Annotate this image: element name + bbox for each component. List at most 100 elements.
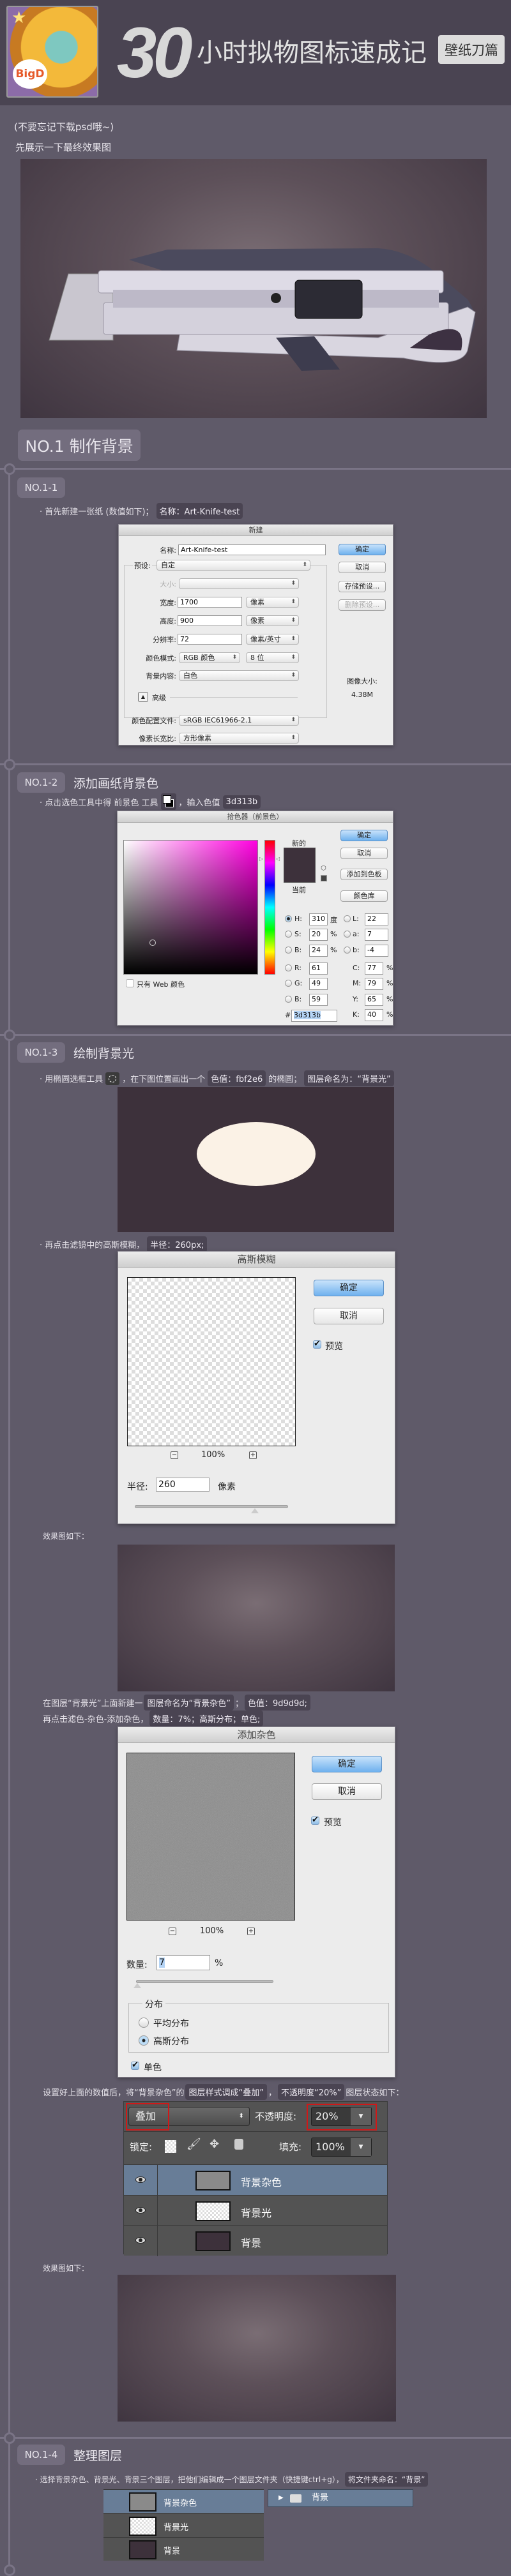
web-only-checkbox[interactable] xyxy=(126,979,134,987)
zoom-out-icon[interactable]: − xyxy=(171,1451,178,1459)
channel-input[interactable]: 310 xyxy=(309,913,328,925)
divider xyxy=(170,697,298,698)
color-mode-select[interactable]: RGB 颜色 xyxy=(179,652,240,663)
ok-button[interactable]: 确定 xyxy=(339,544,386,555)
cancel-button[interactable]: 取消 xyxy=(314,1308,384,1324)
foreground-color-icon xyxy=(160,793,176,810)
background-select[interactable]: 白色 xyxy=(179,670,299,681)
color-libraries-button[interactable]: 颜色库 xyxy=(340,890,388,902)
cancel-button[interactable]: 取消 xyxy=(339,562,386,573)
layer-row[interactable]: 背景 xyxy=(124,2225,387,2256)
preview-label: 预览 xyxy=(324,1818,342,1828)
lab-input[interactable]: 22 xyxy=(365,913,388,925)
layer-row[interactable]: 背景杂色 xyxy=(124,2164,387,2196)
layer-row[interactable]: 背景光 xyxy=(124,2194,387,2226)
channel-input[interactable]: 20 xyxy=(309,929,328,941)
add-to-swatches-button[interactable]: 添加到色板 xyxy=(340,869,388,880)
instruction-text: · 首先新建一张纸 (数值如下)； xyxy=(40,507,154,517)
color-marker[interactable] xyxy=(149,940,156,946)
name-input[interactable]: Art-Knife-test xyxy=(178,544,326,555)
preset-select[interactable]: 自定 xyxy=(156,560,310,571)
lab-input[interactable]: 7 xyxy=(365,929,388,941)
zoom-out-icon[interactable]: − xyxy=(169,1928,176,1935)
layer-row[interactable]: 背景杂色 xyxy=(103,2489,264,2513)
visibility-eye-icon[interactable] xyxy=(135,2206,146,2213)
channel-radio[interactable] xyxy=(285,915,292,922)
instruction-text: ，输入色值 xyxy=(178,798,220,808)
lock-paint-icon[interactable]: 🖌 xyxy=(187,2138,201,2151)
cube-icon[interactable]: ⬡ xyxy=(321,865,326,872)
hex-input[interactable]: 3d313b xyxy=(291,1010,337,1022)
preview-checkbox[interactable]: ✔ xyxy=(313,1340,321,1349)
width-unit-select[interactable]: 像素 xyxy=(246,597,299,608)
dropdown-icon[interactable]: ▼ xyxy=(351,2138,371,2156)
gaussian-radio[interactable] xyxy=(139,2035,149,2046)
fill-field[interactable]: 100% ▼ xyxy=(311,2138,372,2157)
save-preset-button[interactable]: 存储预设... xyxy=(339,581,386,592)
delete-preset-button[interactable]: 删除预设... xyxy=(339,599,386,611)
cmyk-label: K: xyxy=(353,1010,360,1019)
channel-radio[interactable] xyxy=(285,947,292,954)
channel-input[interactable]: 61 xyxy=(309,962,328,975)
disclosure-triangle-icon[interactable]: ▶ xyxy=(278,2490,284,2506)
hue-arrow-right[interactable]: ◁ xyxy=(276,856,280,862)
radius-slider-thumb[interactable] xyxy=(251,1508,259,1513)
ok-button[interactable]: 确定 xyxy=(314,1280,384,1296)
visibility-eye-icon[interactable] xyxy=(135,2237,146,2243)
uniform-radio[interactable] xyxy=(139,2018,149,2028)
channel-radio[interactable] xyxy=(285,996,292,1003)
lock-transparent-icon[interactable] xyxy=(165,2140,176,2153)
color-field[interactable] xyxy=(123,840,258,975)
layer-group-row[interactable]: ▶ 背景 xyxy=(268,2489,413,2507)
cmyk-input[interactable]: 65 xyxy=(365,994,383,1006)
advanced-toggle[interactable]: ▲ xyxy=(138,692,148,702)
hue-slider[interactable] xyxy=(264,840,275,975)
lock-move-icon[interactable]: ✥ xyxy=(210,2138,219,2151)
color-profile-select[interactable]: sRGB IEC61966-2.1 xyxy=(179,715,299,726)
radius-input[interactable]: 260 xyxy=(156,1478,210,1492)
lab-input[interactable]: -4 xyxy=(365,945,388,957)
cmyk-input[interactable]: 40 xyxy=(365,1009,383,1021)
web-safe-icon[interactable] xyxy=(321,875,327,881)
radius-slider[interactable] xyxy=(135,1505,288,1508)
channel-radio[interactable] xyxy=(285,980,292,987)
lab-radio[interactable] xyxy=(344,931,351,938)
channel-input[interactable]: 49 xyxy=(309,978,328,990)
lab-radio[interactable] xyxy=(344,947,351,954)
zoom-in-icon[interactable]: + xyxy=(249,1451,257,1459)
amount-input[interactable]: 7 xyxy=(156,1955,210,1970)
amount-slider-thumb[interactable] xyxy=(133,1983,141,1988)
layer-row[interactable]: 背景光 xyxy=(103,2513,264,2537)
lock-all-icon[interactable] xyxy=(234,2139,243,2150)
blur-preview xyxy=(127,1277,296,1446)
size-select[interactable] xyxy=(179,578,299,589)
cmyk-input[interactable]: 77 xyxy=(365,962,383,975)
visibility-eye-icon[interactable] xyxy=(135,2176,146,2183)
monochromatic-checkbox[interactable]: ✔ xyxy=(131,2061,139,2070)
channel-label: G: xyxy=(294,979,303,987)
bit-depth-select[interactable]: 8 位 xyxy=(246,652,299,663)
lab-radio[interactable] xyxy=(344,915,351,922)
channel-input[interactable]: 59 xyxy=(309,994,328,1006)
zoom-in-icon[interactable]: + xyxy=(247,1928,255,1935)
height-input[interactable]: 900 xyxy=(178,615,242,626)
hue-arrow-left[interactable]: ▷ xyxy=(259,856,263,862)
width-input[interactable]: 1700 xyxy=(178,597,242,608)
ok-button[interactable]: 确定 xyxy=(312,1756,382,1772)
layer-row[interactable]: 背景 xyxy=(103,2537,264,2561)
amount-unit: % xyxy=(215,1958,224,1968)
channel-input[interactable]: 24 xyxy=(309,945,328,957)
channel-radio[interactable] xyxy=(285,931,292,938)
cancel-button[interactable]: 取消 xyxy=(340,848,388,859)
resolution-unit-select[interactable]: 像素/英寸 xyxy=(246,634,299,645)
pixel-aspect-select[interactable]: 方形像素 xyxy=(179,733,299,744)
amount-slider[interactable] xyxy=(136,1980,273,1983)
height-unit-select[interactable]: 像素 xyxy=(246,615,299,626)
resolution-input[interactable]: 72 xyxy=(178,634,242,645)
hex-value: 3d313b xyxy=(294,1011,321,1019)
ok-button[interactable]: 确定 xyxy=(340,830,388,841)
cmyk-input[interactable]: 79 xyxy=(365,978,383,990)
cancel-button[interactable]: 取消 xyxy=(312,1783,382,1800)
preview-checkbox[interactable]: ✔ xyxy=(311,1816,319,1825)
channel-radio[interactable] xyxy=(285,964,292,971)
